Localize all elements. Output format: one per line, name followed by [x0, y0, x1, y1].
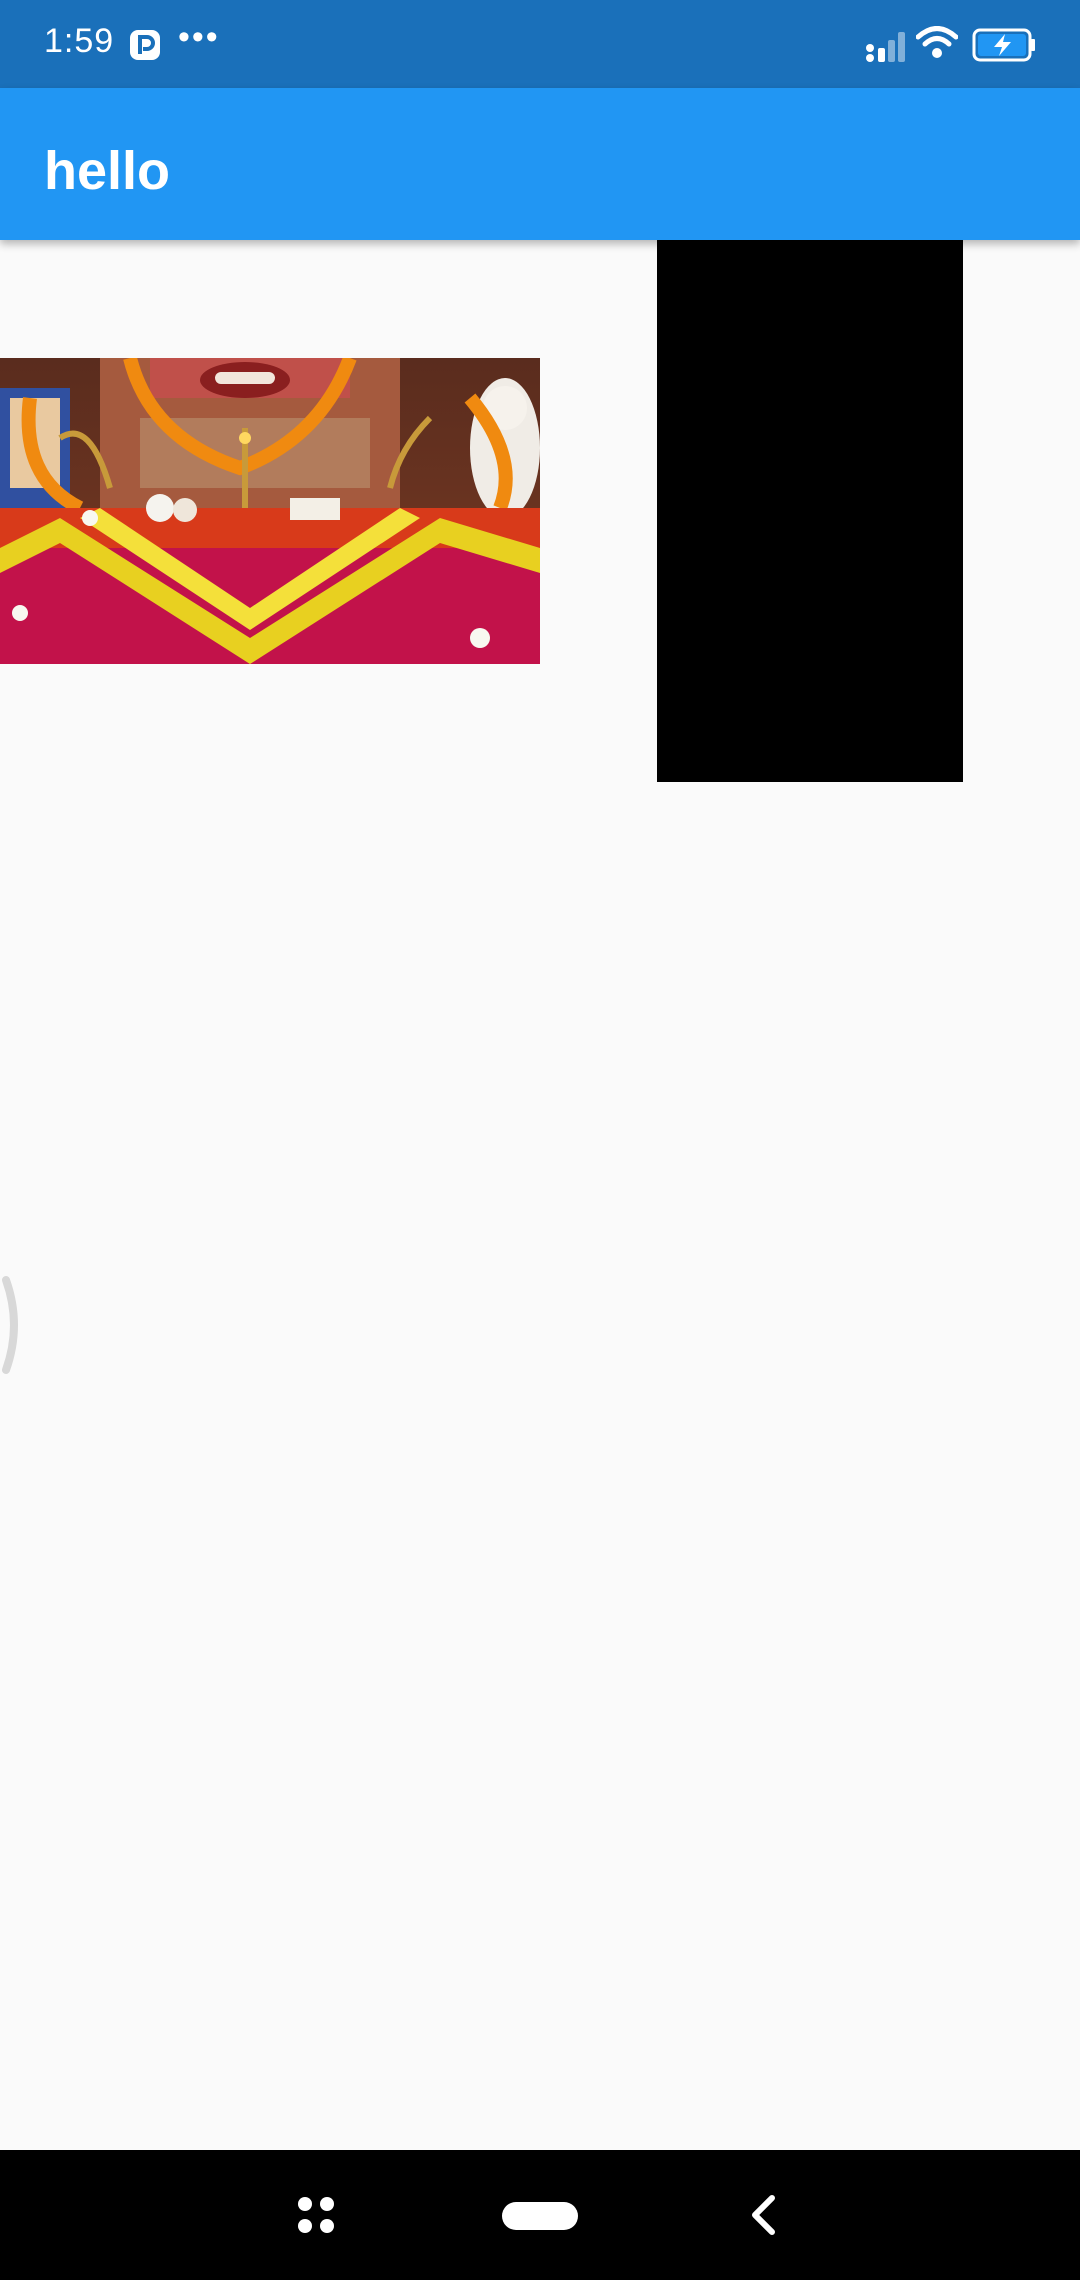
status-overflow-icon: •••	[178, 18, 220, 56]
content-area	[0, 240, 1080, 2150]
app-bar: hello	[0, 88, 1080, 240]
app-p-icon	[130, 30, 160, 60]
shrine-thumbnail-image	[0, 358, 540, 664]
video-thumbnail[interactable]	[0, 358, 540, 664]
navigation-bar	[0, 2150, 1080, 2280]
wifi-icon	[916, 26, 958, 58]
edge-swipe-handle-icon[interactable]	[0, 1274, 26, 1376]
status-bar: 1:59 •••	[0, 0, 1080, 88]
back-icon[interactable]	[748, 2194, 778, 2236]
status-time: 1:59	[44, 22, 115, 60]
signal-icon	[866, 32, 905, 62]
home-pill-icon[interactable]	[502, 2202, 578, 2230]
battery-charging-icon	[972, 28, 1035, 62]
page-title: hello	[44, 141, 171, 201]
recents-icon[interactable]	[297, 2196, 335, 2234]
video-player[interactable]	[657, 240, 963, 782]
